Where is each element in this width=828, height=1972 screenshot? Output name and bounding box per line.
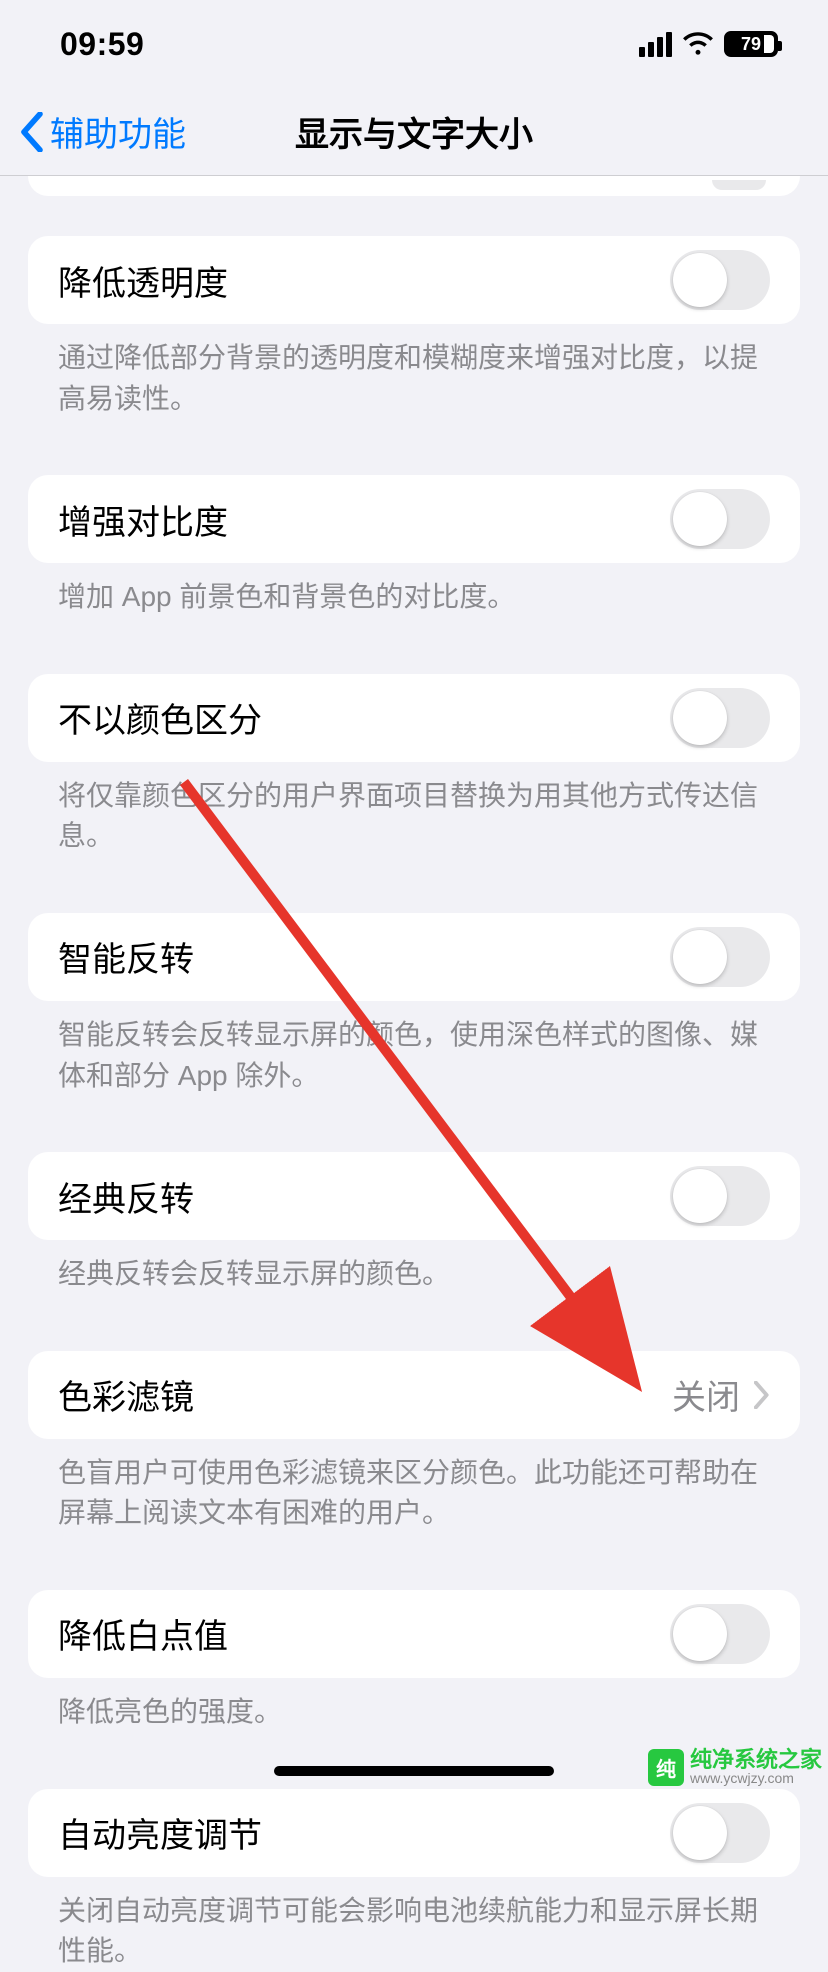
cell-label: 增强对比度 (58, 495, 228, 544)
cell-footer: 经典反转会反转显示屏的颜色。 (0, 1240, 828, 1295)
auto-brightness-cell[interactable]: 自动亮度调节 (28, 1789, 800, 1877)
navigation-bar: 辅助功能 显示与文字大小 (0, 88, 828, 176)
cell-footer: 色盲用户可使用色彩滤镜来区分颜色。此功能还可帮助在屏幕上阅读文本有困难的用户。 (0, 1439, 828, 1534)
cellular-signal-icon (639, 32, 672, 57)
home-indicator (274, 1766, 554, 1776)
cell-footer: 智能反转会反转显示屏的颜色，使用深色样式的图像、媒体和部分 App 除外。 (0, 1001, 828, 1096)
battery-indicator: 79 (724, 31, 778, 57)
cell-footer: 关闭自动亮度调节可能会影响电池续航能力和显示屏长期性能。 (0, 1877, 828, 1972)
cell-label: 降低透明度 (58, 256, 228, 305)
smart-invert-cell[interactable]: 智能反转 (28, 913, 800, 1001)
classic-invert-toggle[interactable] (670, 1166, 770, 1226)
cell-footer: 降低亮色的强度。 (0, 1678, 828, 1733)
reduce-white-point-cell[interactable]: 降低白点值 (28, 1590, 800, 1678)
back-label: 辅助功能 (50, 107, 186, 156)
increase-contrast-toggle[interactable] (670, 489, 770, 549)
cell-footer: 将仅靠颜色区分的用户界面项目替换为用其他方式传达信息。 (0, 762, 828, 857)
auto-brightness-toggle[interactable] (670, 1803, 770, 1863)
cell-label: 不以颜色区分 (58, 693, 262, 742)
increase-contrast-cell[interactable]: 增强对比度 (28, 475, 800, 563)
settings-list: 降低透明度 通过降低部分背景的透明度和模糊度来增强对比度，以提高易读性。 增强对… (0, 176, 828, 1972)
battery-percent: 79 (741, 34, 761, 55)
status-indicators: 79 (639, 31, 778, 57)
status-time: 09:59 (60, 26, 144, 63)
chevron-right-icon (754, 1381, 770, 1409)
classic-invert-cell[interactable]: 经典反转 (28, 1152, 800, 1240)
status-bar: 09:59 79 (0, 0, 828, 88)
cell-footer: 通过降低部分背景的透明度和模糊度来增强对比度，以提高易读性。 (0, 324, 828, 419)
cell-label: 自动亮度调节 (58, 1808, 262, 1857)
cell-label: 智能反转 (58, 932, 194, 981)
back-button[interactable]: 辅助功能 (20, 88, 186, 175)
cut-off-previous-cell (28, 176, 800, 196)
differentiate-without-color-cell[interactable]: 不以颜色区分 (28, 674, 800, 762)
wifi-icon (682, 32, 714, 56)
cell-label: 经典反转 (58, 1172, 194, 1221)
cell-label: 降低白点值 (58, 1609, 228, 1658)
reduce-transparency-cell[interactable]: 降低透明度 (28, 236, 800, 324)
watermark: 纯 纯净系统之家 www.ycwjzy.com (648, 1748, 822, 1786)
differentiate-without-color-toggle[interactable] (670, 688, 770, 748)
reduce-transparency-toggle[interactable] (670, 250, 770, 310)
reduce-white-point-toggle[interactable] (670, 1604, 770, 1664)
color-filters-cell[interactable]: 色彩滤镜 关闭 (28, 1351, 800, 1439)
watermark-url: www.ycwjzy.com (690, 1771, 822, 1786)
chevron-left-icon (20, 112, 44, 152)
watermark-brand: 纯净系统之家 (690, 1748, 822, 1771)
smart-invert-toggle[interactable] (670, 927, 770, 987)
cell-value: 关闭 (672, 1370, 770, 1419)
cell-label: 色彩滤镜 (58, 1370, 194, 1419)
cell-footer: 增加 App 前景色和背景色的对比度。 (0, 563, 828, 618)
page-title: 显示与文字大小 (295, 107, 533, 156)
